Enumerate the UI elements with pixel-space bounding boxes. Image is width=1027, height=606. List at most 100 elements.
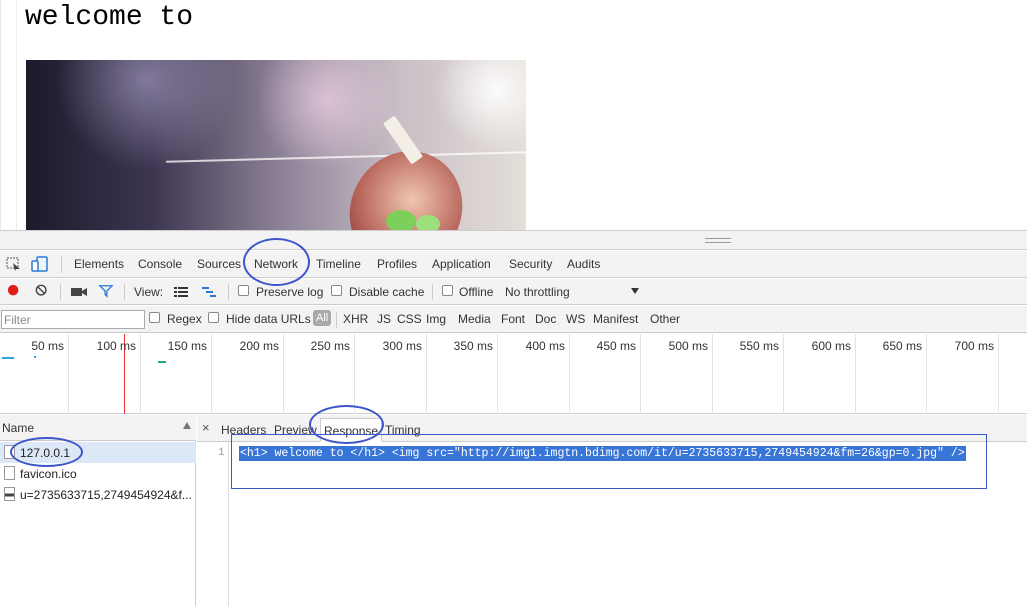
type-filter-xhr[interactable]: XHR — [343, 312, 368, 326]
type-filter-js[interactable]: JS — [377, 312, 391, 326]
timeline-tick-line — [855, 334, 856, 414]
timeline-overview[interactable]: 50 ms 100 ms 150 ms 200 ms 250 ms 300 ms 350 m… — [0, 334, 1027, 414]
document-icon — [4, 445, 15, 459]
timeline-tick-line — [68, 334, 69, 414]
line-gutter — [197, 442, 229, 606]
timeline-tick-label: 350 ms — [453, 339, 493, 353]
throttling-select[interactable]: No throttling — [505, 285, 570, 299]
disable-cache-label: Disable cache — [349, 285, 425, 299]
tab-separator — [61, 256, 62, 273]
timeline-tick-label: 250 ms — [310, 339, 350, 353]
request-row[interactable]: u=2735633715,2749454924&f... — [0, 484, 196, 505]
tab-sources[interactable]: Sources — [197, 257, 241, 271]
hide-data-urls-checkbox[interactable] — [208, 312, 219, 323]
timeline-tick-label: 400 ms — [525, 339, 565, 353]
toolbar-separator — [432, 284, 433, 300]
viewport-border — [16, 0, 17, 230]
response-body[interactable]: <h1> welcome to </h1> <img src="http://i… — [239, 446, 966, 461]
page-viewport: welcome to — [0, 0, 1027, 230]
type-filter-all[interactable]: All — [313, 310, 332, 326]
request-detail: × Headers Preview Response Timing 1 <h1>… — [197, 415, 1027, 606]
timeline-tick-label: 100 ms — [96, 339, 136, 353]
timeline-tick-line — [140, 334, 141, 414]
tab-timing[interactable]: Timing — [385, 423, 421, 437]
inspect-element-icon[interactable] — [6, 257, 22, 271]
record-icon[interactable] — [6, 284, 22, 298]
timeline-tick-label: 50 ms — [31, 339, 64, 353]
tab-timeline[interactable]: Timeline — [316, 257, 361, 271]
timeline-tick-line — [283, 334, 284, 414]
request-row[interactable]: favicon.ico — [0, 463, 196, 484]
timeline-tick-label: 450 ms — [596, 339, 636, 353]
request-list-header[interactable]: Name — [0, 415, 196, 441]
timeline-tick-line — [783, 334, 784, 414]
list-view-icon[interactable] — [173, 285, 189, 299]
preserve-log-checkbox[interactable] — [238, 285, 249, 296]
image-green-spot — [416, 215, 440, 230]
timeline-tick-line — [211, 334, 212, 414]
hide-data-urls-label: Hide data URLs — [226, 312, 311, 326]
camera-icon[interactable] — [70, 285, 88, 299]
toolbar-separator — [124, 284, 125, 300]
type-filter-img[interactable]: Img — [426, 312, 446, 326]
tab-audits[interactable]: Audits — [567, 257, 600, 271]
devtools-tabbar: Elements Console Sources Network Timelin… — [0, 251, 1027, 278]
document-icon — [4, 466, 15, 480]
timeline-tick-label: 150 ms — [167, 339, 207, 353]
toolbar-separator — [228, 284, 229, 300]
type-filter-css[interactable]: CSS — [397, 312, 422, 326]
sort-arrow-icon — [183, 422, 191, 429]
timeline-tick-line — [354, 334, 355, 414]
regex-label: Regex — [167, 312, 202, 326]
filter-input[interactable] — [1, 310, 145, 329]
offline-checkbox[interactable] — [442, 285, 453, 296]
name-column-header[interactable]: Name — [2, 421, 34, 435]
disable-cache-checkbox[interactable] — [331, 285, 342, 296]
timeline-tick-label: 200 ms — [239, 339, 279, 353]
filter-separator — [336, 312, 337, 328]
dropdown-arrow-icon[interactable] — [630, 287, 640, 295]
waterfall-view-icon[interactable] — [201, 285, 217, 299]
type-filter-font[interactable]: Font — [501, 312, 525, 326]
network-toolbar: View: Preserve log Disable cache Offline… — [0, 279, 1027, 305]
toolbar-separator — [60, 284, 61, 300]
request-name: u=2735633715,2749454924&f... — [20, 488, 192, 502]
close-icon[interactable]: × — [202, 420, 210, 435]
tab-response[interactable]: Response — [320, 418, 383, 442]
view-label: View: — [134, 285, 164, 299]
tab-application[interactable]: Application — [432, 257, 491, 271]
type-filter-other[interactable]: Other — [650, 312, 680, 326]
timeline-tick-line — [497, 334, 498, 414]
page-image — [26, 60, 526, 230]
overview-request-bar — [34, 356, 36, 358]
timeline-tick-line — [998, 334, 999, 414]
tab-network[interactable]: Network — [254, 257, 298, 271]
devtools-resize-handle[interactable] — [0, 230, 1027, 250]
timeline-tick-line — [569, 334, 570, 414]
tab-console[interactable]: Console — [138, 257, 182, 271]
regex-checkbox[interactable] — [149, 312, 160, 323]
timeline-tick-label: 500 ms — [668, 339, 708, 353]
request-name: favicon.ico — [20, 467, 77, 481]
tab-preview[interactable]: Preview — [274, 423, 317, 437]
request-row[interactable]: 127.0.0.1 — [0, 442, 196, 463]
offline-label: Offline — [459, 285, 494, 299]
timeline-tick-label: 600 ms — [811, 339, 851, 353]
timeline-tick-label: 650 ms — [882, 339, 922, 353]
type-filter-ws[interactable]: WS — [566, 312, 585, 326]
timeline-tick-line — [926, 334, 927, 414]
clear-icon[interactable] — [34, 284, 50, 298]
tab-security[interactable]: Security — [509, 257, 552, 271]
tab-elements[interactable]: Elements — [74, 257, 124, 271]
filter-bar: Regex Hide data URLs All XHR JS CSS Img … — [0, 306, 1027, 333]
tab-profiles[interactable]: Profiles — [377, 257, 417, 271]
type-filter-media[interactable]: Media — [458, 312, 491, 326]
grip-icon — [705, 238, 731, 243]
type-filter-manifest[interactable]: Manifest — [593, 312, 638, 326]
request-name: 127.0.0.1 — [20, 446, 71, 460]
line-number: 1 — [218, 447, 225, 459]
device-mode-icon[interactable] — [31, 256, 49, 272]
type-filter-doc[interactable]: Doc — [535, 312, 556, 326]
tab-headers[interactable]: Headers — [221, 423, 266, 437]
filter-icon[interactable] — [98, 284, 114, 298]
